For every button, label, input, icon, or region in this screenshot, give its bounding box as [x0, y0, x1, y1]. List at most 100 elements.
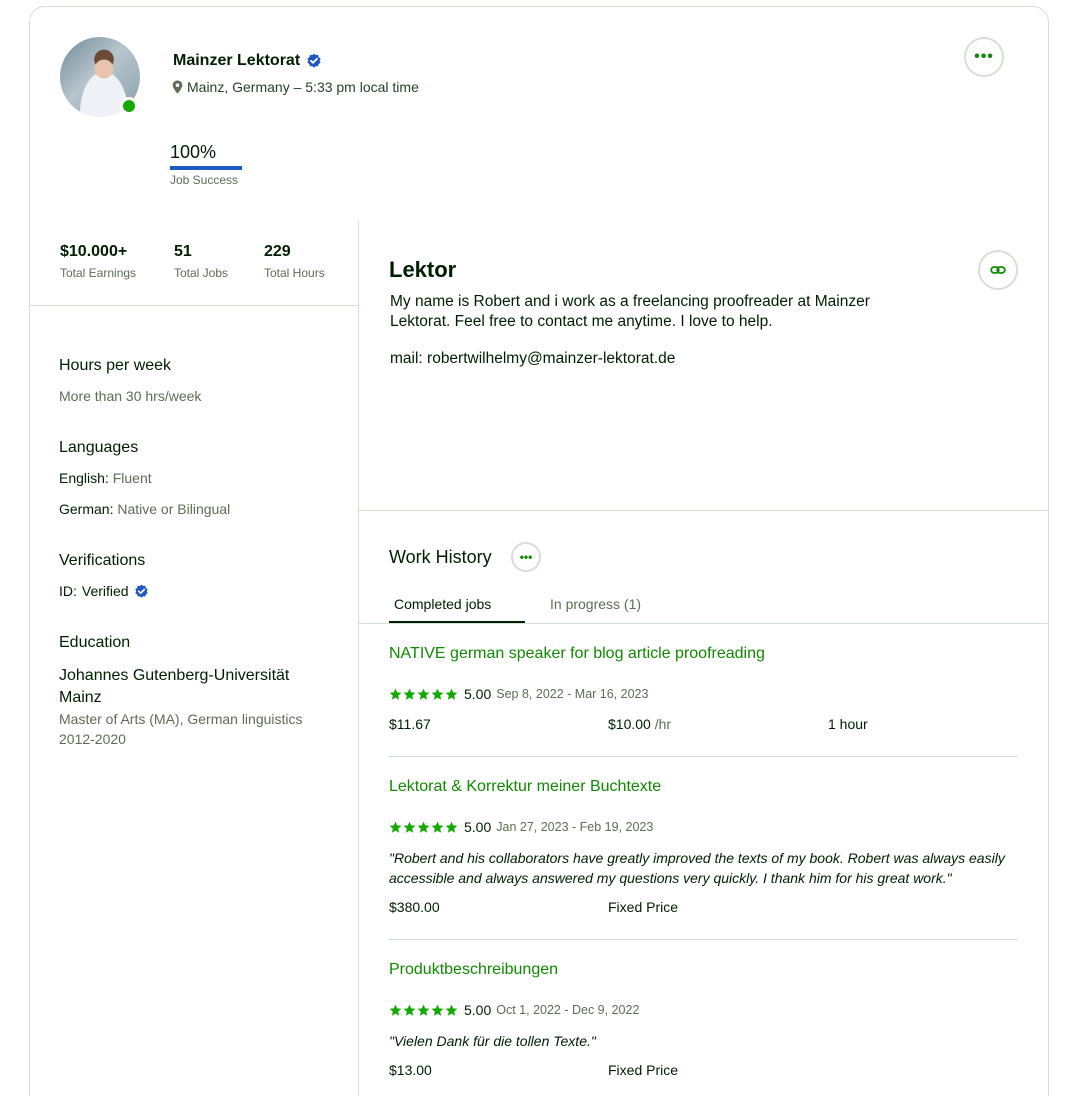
education-title: Education	[59, 634, 131, 651]
work-history-title: Work History	[389, 547, 492, 567]
stat-total-hours: 229 Total Hours	[264, 243, 325, 280]
job-rate-value: $10.00	[608, 716, 651, 732]
job-divider	[389, 939, 1018, 940]
profile-title: Lektor	[389, 257, 457, 282]
star-rating	[389, 688, 458, 701]
job-earned: $13.00	[389, 1062, 432, 1078]
id-value: Verified	[81, 583, 129, 599]
active-tab-indicator	[389, 621, 525, 623]
education-school: Johannes Gutenberg-Universität Mainz	[59, 667, 290, 706]
star-rating	[389, 821, 458, 834]
job-title-link[interactable]: Lektorat & Korrektur meiner Buchtexte	[389, 778, 661, 796]
star-icon	[417, 1004, 430, 1016]
star-icon	[445, 821, 458, 833]
job-price-type: Fixed Price	[608, 899, 679, 915]
language-english: English: Fluent	[59, 470, 152, 486]
profile-name-row: Mainzer Lektorat	[173, 52, 322, 70]
tab-completed-jobs[interactable]: Completed jobs	[394, 596, 491, 612]
education-degree: Master of Arts (MA), German linguistics	[59, 711, 303, 727]
languages-title: Languages	[59, 439, 139, 456]
job-dates: Oct 1, 2022 - Dec 9, 2022	[496, 1003, 640, 1017]
star-rating	[389, 1004, 458, 1017]
link-icon	[990, 266, 1006, 274]
more-horizontal-icon: •••	[974, 48, 994, 65]
job-title-link[interactable]: NATIVE german speaker for blog article p…	[389, 645, 765, 663]
job-success-value: 100%	[170, 142, 217, 162]
star-icon	[445, 688, 458, 700]
job-success-bar	[170, 166, 242, 170]
verified-badge-icon	[307, 53, 321, 68]
hours-per-week-title: Hours per week	[59, 357, 172, 374]
job-divider	[389, 756, 1018, 757]
column-divider	[358, 220, 359, 1096]
job-success-label: Job Success	[170, 173, 239, 187]
stat-value: $10.000+	[60, 243, 128, 260]
more-horizontal-icon: •••	[519, 550, 533, 564]
stats-divider	[30, 305, 358, 306]
job-hours: 1 hour	[828, 716, 868, 732]
star-icon	[417, 688, 430, 700]
job-rating-row: 5.00 Jan 27, 2023 - Feb 19, 2023	[389, 819, 653, 835]
star-icon	[403, 1004, 416, 1016]
language-level: Native or Bilingual	[117, 501, 231, 517]
overview-text: My name is Robert and i work as a freela…	[390, 293, 870, 330]
star-icon	[431, 688, 444, 700]
language-name: German:	[59, 501, 114, 517]
education-details: Master of Arts (MA), German linguistics …	[59, 709, 339, 749]
job-rating-row: 5.00 Oct 1, 2022 - Dec 9, 2022	[389, 1002, 639, 1018]
job-title-link[interactable]: Produktbeschreibungen	[389, 961, 558, 979]
hours-per-week-value: More than 30 hrs/week	[59, 388, 202, 404]
stat-value: 229	[264, 243, 291, 260]
language-name: English:	[59, 470, 109, 486]
profile-name: Mainzer Lektorat	[173, 52, 301, 69]
online-status-indicator	[120, 97, 138, 115]
id-verification: ID: Verified	[59, 583, 149, 599]
stat-label: Total Jobs	[174, 266, 229, 280]
location-pin-icon	[172, 80, 183, 94]
verifications-title: Verifications	[59, 552, 146, 569]
location-row: Mainz, Germany – 5:33 pm local time	[172, 79, 419, 95]
job-success-score: 100% Job Success	[170, 142, 242, 187]
overview-divider	[359, 510, 1048, 511]
stat-label: Total Earnings	[60, 266, 137, 280]
stat-label: Total Hours	[264, 266, 325, 280]
job-feedback: "Robert and his collaborators have great…	[389, 850, 1005, 886]
star-icon	[389, 1004, 402, 1016]
job-feedback: "Vielen Dank für die tollen Texte."	[389, 1033, 596, 1049]
location-text: Mainz, Germany – 5:33 pm local time	[187, 79, 419, 95]
job-rate-unit: /hr	[654, 716, 672, 732]
star-icon	[403, 688, 416, 700]
tab-in-progress[interactable]: In progress (1)	[550, 596, 641, 612]
overview-contact: mail: robertwilhelmy@mainzer-lektorat.de	[390, 350, 676, 367]
star-icon	[445, 1004, 458, 1016]
stat-value: 51	[174, 243, 192, 260]
stat-total-earnings: $10.000+ Total Earnings	[60, 243, 136, 280]
education-years: 2012-2020	[59, 731, 126, 747]
job-rate: $10.00 /hr	[608, 716, 671, 732]
profile-more-button[interactable]: •••	[964, 37, 1004, 77]
job-earned: $380.00	[389, 899, 440, 915]
id-key: ID:	[59, 583, 77, 599]
language-level: Fluent	[112, 470, 152, 486]
job-rating-row: 5.00 Sep 8, 2022 - Mar 16, 2023	[389, 686, 648, 702]
star-icon	[389, 688, 402, 700]
job-earned: $11.67	[389, 716, 431, 732]
star-icon	[403, 821, 416, 833]
profile-overview: My name is Robert and i work as a freela…	[390, 292, 930, 369]
job-dates: Sep 8, 2022 - Mar 16, 2023	[496, 687, 649, 701]
rating-value: 5.00	[464, 1002, 492, 1018]
star-icon	[431, 1004, 444, 1016]
work-history-more-button[interactable]: •••	[511, 542, 541, 572]
rating-value: 5.00	[464, 686, 492, 702]
star-icon	[389, 821, 402, 833]
job-dates: Jan 27, 2023 - Feb 19, 2023	[496, 820, 654, 834]
stat-total-jobs: 51 Total Jobs	[174, 243, 228, 280]
language-german: German: Native or Bilingual	[59, 501, 230, 517]
verified-badge-icon	[134, 584, 148, 598]
star-icon	[417, 821, 430, 833]
copy-link-button[interactable]	[978, 250, 1018, 290]
job-price-type: Fixed Price	[608, 1062, 679, 1078]
tabs-divider	[359, 623, 1048, 624]
rating-value: 5.00	[464, 819, 492, 835]
star-icon	[431, 821, 444, 833]
